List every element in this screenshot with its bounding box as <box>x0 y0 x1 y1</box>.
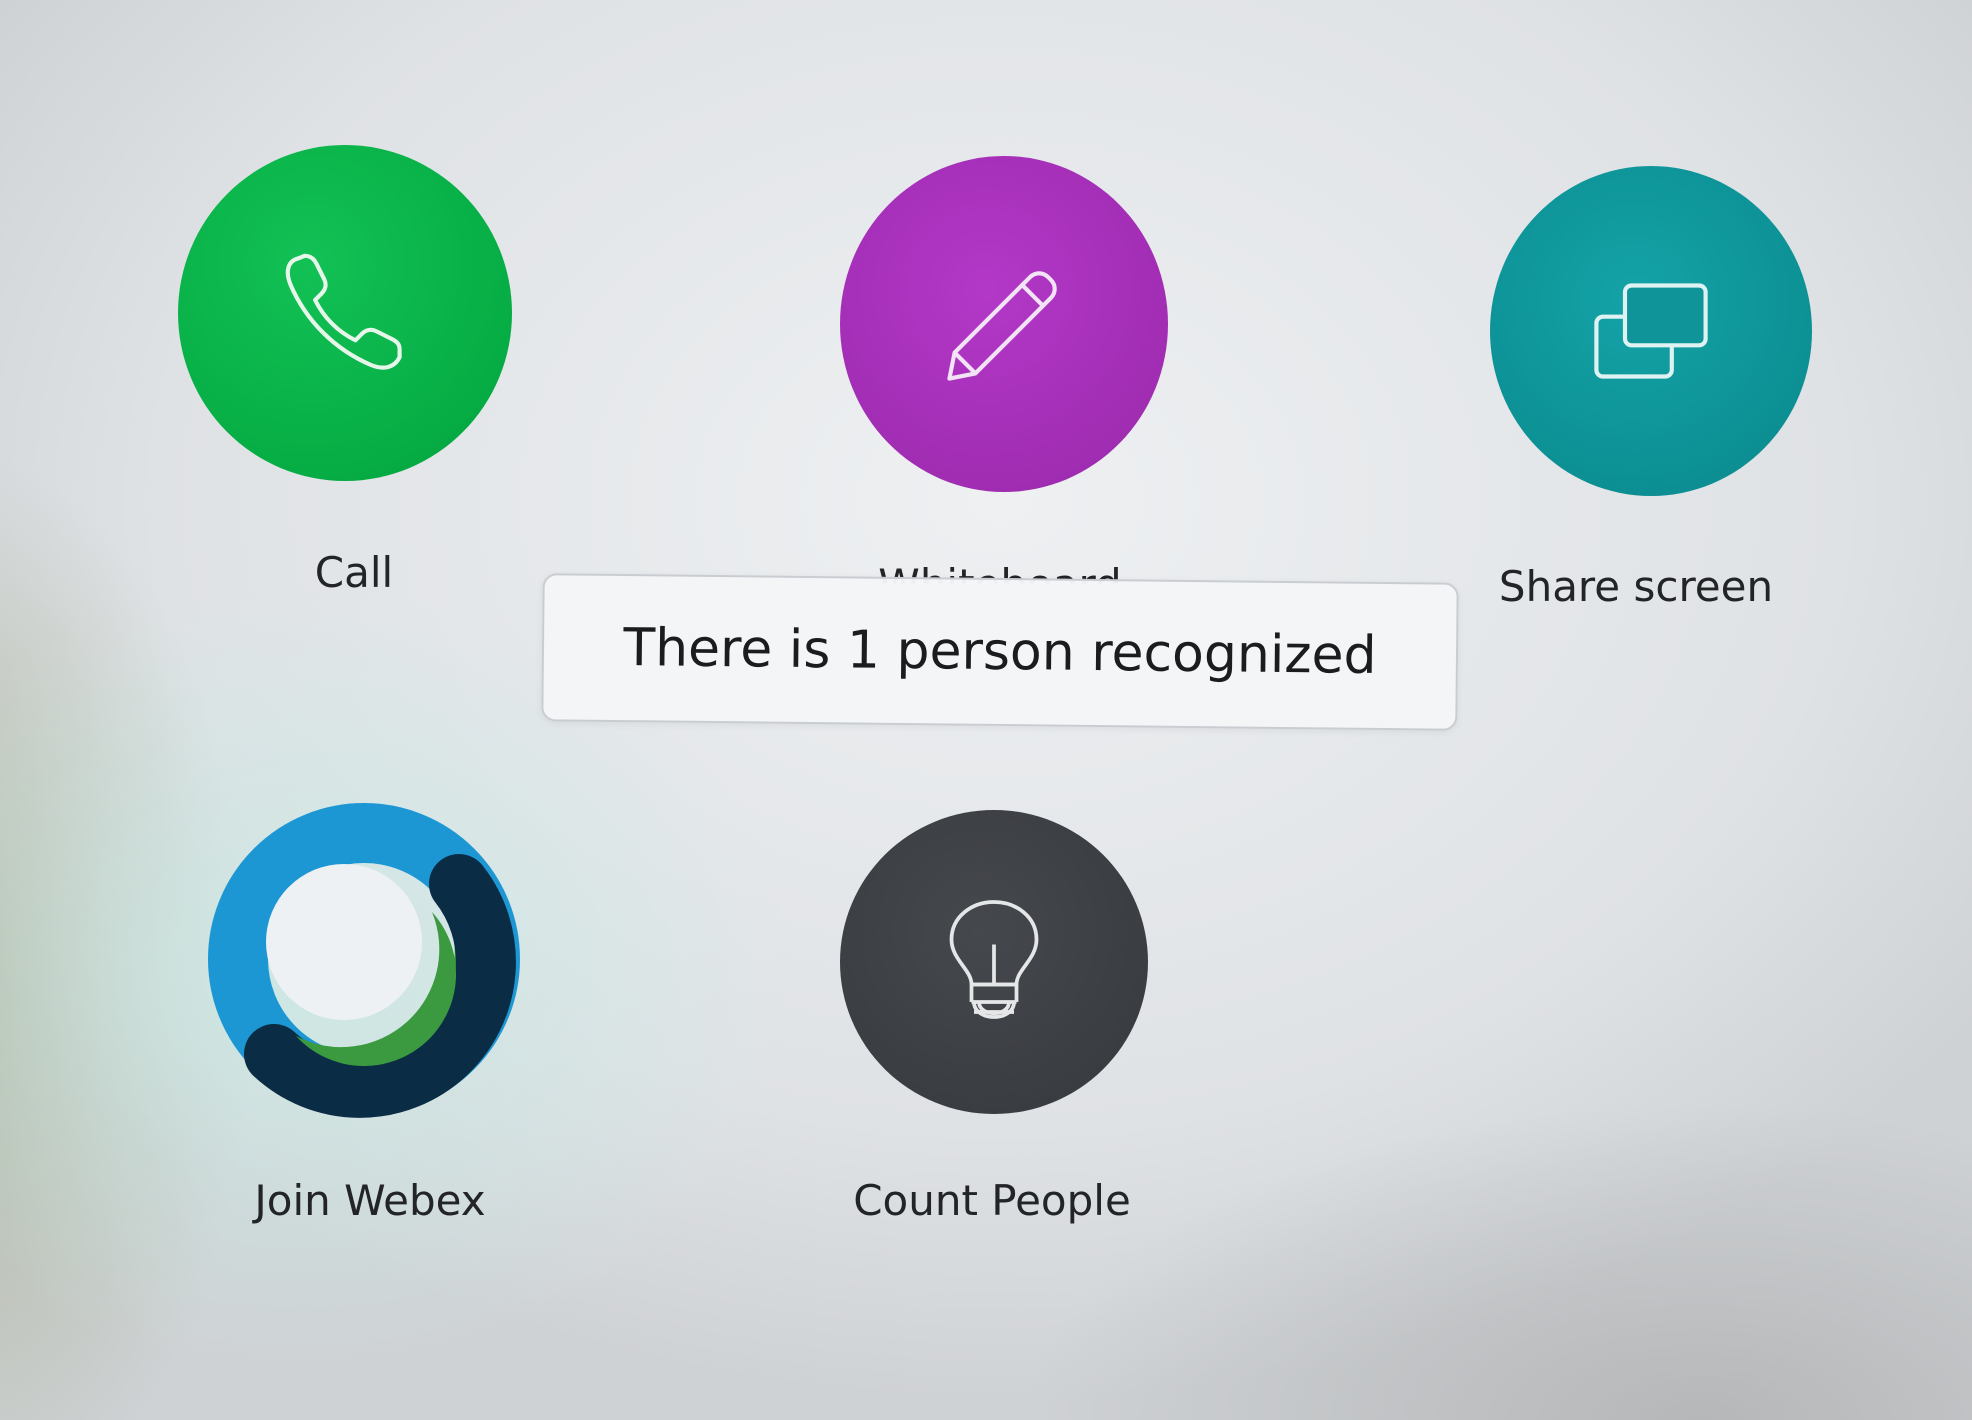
count-people-button[interactable] <box>840 810 1148 1114</box>
call-label: Call <box>314 548 394 597</box>
join-webex-label: Join Webex <box>254 1176 486 1225</box>
webex-logo-icon <box>208 803 520 1118</box>
home-screen: Call Whiteboard Share screen There is 1 … <box>0 0 1972 1420</box>
count-people-label: Count People <box>853 1176 1131 1225</box>
lightbulb-icon <box>949 900 1039 1019</box>
share-screen-icon <box>1594 283 1708 379</box>
phone-icon <box>285 253 402 370</box>
notification-text: There is 1 person recognized <box>623 618 1377 686</box>
call-button[interactable] <box>178 145 512 481</box>
share-screen-label: Share screen <box>1498 562 1774 611</box>
people-count-notification: There is 1 person recognized <box>541 573 1459 731</box>
whiteboard-button[interactable] <box>840 156 1168 492</box>
join-webex-button[interactable] <box>204 803 524 1118</box>
share-screen-button[interactable] <box>1490 166 1812 496</box>
pencil-icon <box>947 271 1057 381</box>
